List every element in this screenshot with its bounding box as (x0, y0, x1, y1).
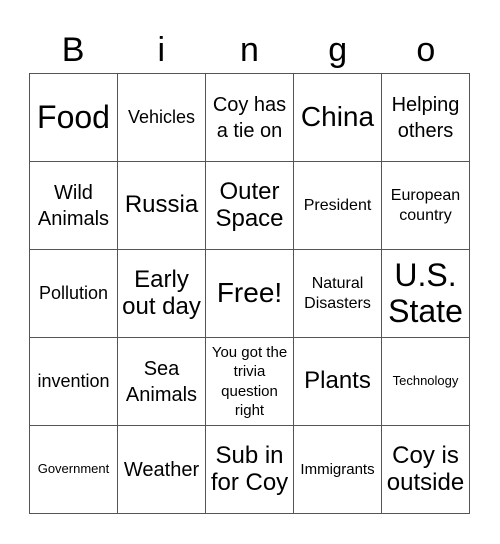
bingo-cell[interactable]: Food (30, 74, 118, 162)
bingo-cell-label: U.S. State (388, 257, 463, 329)
bingo-cell[interactable]: You got the trivia question right (206, 338, 294, 426)
bingo-cell-label: Wild Animals (37, 181, 110, 230)
bingo-cell[interactable]: Sub in for Coy (206, 426, 294, 514)
bingo-cell-label: Free! (216, 277, 283, 309)
bingo-cell[interactable]: Plants (294, 338, 382, 426)
bingo-cell-label: Pollution (38, 282, 109, 303)
bingo-cell-label: Coy has a tie on (212, 93, 287, 142)
title-letter-g: g (328, 31, 348, 69)
bingo-cell[interactable]: Free! (206, 250, 294, 338)
bingo-cell-label: Government (37, 461, 110, 477)
bingo-cell[interactable]: U.S. State (382, 250, 470, 338)
bingo-cell[interactable]: Helping others (382, 74, 470, 162)
bingo-cell[interactable]: invention (30, 338, 118, 426)
bingo-cell[interactable]: Wild Animals (30, 162, 118, 250)
bingo-cell-label: Sub in for Coy (210, 441, 289, 496)
bingo-cell[interactable]: Russia (118, 162, 206, 250)
bingo-cell[interactable]: Vehicles (118, 74, 206, 162)
bingo-cell-label: You got the trivia question right (211, 343, 288, 420)
bingo-cell[interactable]: Natural Disasters (294, 250, 382, 338)
bingo-cell-label: Helping others (391, 93, 460, 142)
bingo-cell-label: Weather (123, 458, 200, 481)
bingo-cell-label: Coy is outside (386, 441, 465, 496)
bingo-cell[interactable]: Coy has a tie on (206, 74, 294, 162)
bingo-cell[interactable]: President (294, 162, 382, 250)
bingo-cell-label: Immigrants (300, 460, 375, 478)
bingo-cell[interactable]: Weather (118, 426, 206, 514)
bingo-cell[interactable]: China (294, 74, 382, 162)
bingo-title: B i n g o (29, 28, 470, 72)
bingo-cell-label: Natural Disasters (304, 274, 371, 312)
bingo-cell-label: Early out day (122, 265, 201, 320)
bingo-cell-label: President (303, 196, 372, 214)
bingo-cell-label: Technology (392, 373, 459, 389)
bingo-cell-label: Outer Space (215, 177, 284, 232)
bingo-cell-label: Russia (124, 191, 199, 219)
bingo-cell-label: China (300, 101, 375, 133)
bingo-cell[interactable]: Government (30, 426, 118, 514)
title-letter-o: o (416, 31, 436, 69)
bingo-cell-label: Plants (304, 367, 371, 395)
bingo-cell[interactable]: Early out day (118, 250, 206, 338)
bingo-cell-label: invention (37, 370, 110, 391)
bingo-cell[interactable]: European country (382, 162, 470, 250)
bingo-cell[interactable]: Coy is outside (382, 426, 470, 514)
bingo-cell-label: European country (390, 186, 461, 224)
title-letter-n: n (240, 31, 259, 69)
bingo-cell-label: Sea Animals (125, 357, 198, 406)
bingo-cell-label: Vehicles (127, 106, 196, 127)
bingo-cell[interactable]: Outer Space (206, 162, 294, 250)
bingo-cell-label: Food (37, 98, 110, 135)
bingo-cell[interactable]: Pollution (30, 250, 118, 338)
bingo-cell[interactable]: Sea Animals (118, 338, 206, 426)
bingo-card-grid: Food Vehicles Coy has a tie on China Helping… (29, 73, 470, 514)
title-letter-b: B (61, 31, 85, 69)
bingo-cell[interactable]: Technology (382, 338, 470, 426)
bingo-cell[interactable]: Immigrants (294, 426, 382, 514)
title-letter-i: i (157, 31, 166, 69)
